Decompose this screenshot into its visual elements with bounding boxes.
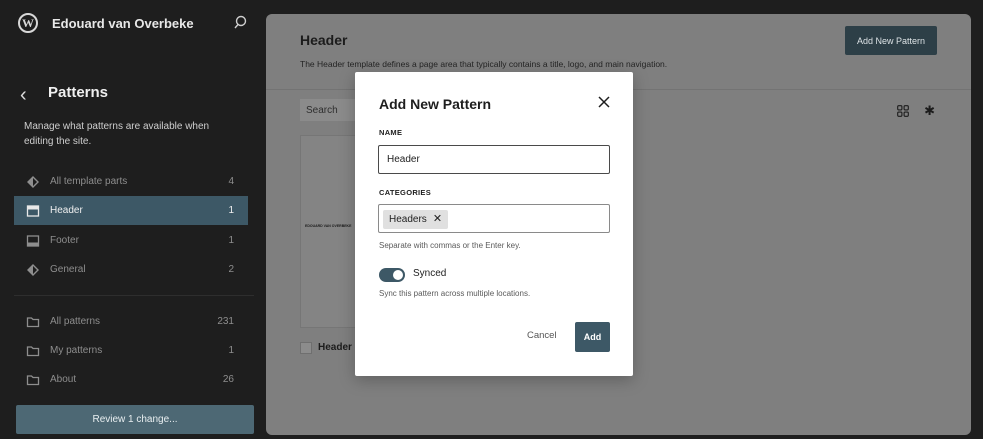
sidebar-item-label: My patterns [50,345,103,356]
add-new-pattern-button[interactable]: Add New Pattern [845,26,937,55]
sidebar-item-count: 1 [228,235,234,246]
search-input[interactable]: Search [300,99,360,121]
sidebar-item-count: 4 [228,176,234,187]
sidebar-item-all-patterns[interactable]: All patterns 231 [14,307,248,336]
remove-token-icon[interactable]: ✕ [433,214,442,225]
back-chevron-icon[interactable]: ‹ [20,85,27,105]
category-token: Headers ✕ [383,210,449,229]
search-icon[interactable] [232,14,250,32]
cancel-button[interactable]: Cancel [527,330,557,344]
sidebar-item-label: General [50,264,86,275]
site-hub: W Edouard van Overbeke [18,12,250,34]
add-new-pattern-modal: Add New Pattern NAME Header CATEGORIES H… [355,72,633,376]
pattern-card-label[interactable]: Header [318,342,352,353]
close-icon[interactable] [597,95,611,109]
name-field[interactable]: Header [378,145,610,174]
sidebar-item-all-template-parts[interactable]: All template parts 4 [14,167,248,196]
sidebar-item-label: All patterns [50,316,101,327]
category-token-label: Headers [389,214,427,225]
sidebar-title: Patterns [48,84,109,101]
sidebar-item-label: Footer [50,235,79,246]
sidebar-item-label: All template parts [50,176,128,187]
diamond-icon [26,263,40,277]
sidebar-item-footer[interactable]: Footer 1 [14,226,248,255]
name-label: NAME [379,128,403,137]
sidebar-item-label: Header [50,205,83,216]
diamond-icon [26,175,40,189]
sidebar-divider [14,295,254,296]
grid-view-icon[interactable] [897,105,909,117]
pattern-checkbox[interactable] [300,342,312,354]
pattern-card-preview[interactable]: EDOUARD VAN OVERBEKE [300,135,360,328]
categories-help-text: Separate with commas or the Enter key. [379,241,521,250]
footer-icon [26,234,40,248]
toggle-knob [393,270,403,280]
pattern-preview-text: EDOUARD VAN OVERBEKE [305,224,352,228]
synced-help-text: Sync this pattern across multiple locati… [379,289,531,298]
review-changes-button[interactable]: Review 1 change... [16,405,254,434]
page-description: The Header template defines a page area … [300,59,668,69]
add-button[interactable]: Add [575,322,610,352]
sidebar-item-my-patterns[interactable]: My patterns 1 [14,336,248,365]
modal-title: Add New Pattern [379,96,492,112]
sidebar-item-about[interactable]: About 26 [14,365,248,394]
folder-icon [26,344,40,358]
sidebar-item-count: 231 [217,316,234,327]
sidebar-item-count: 1 [228,205,234,216]
categories-field[interactable]: Headers ✕ [378,204,610,233]
page-title: Header [300,32,348,48]
folder-icon [26,315,40,329]
sidebar-description: Manage what patterns are available when … [24,121,210,147]
header-icon [26,204,40,218]
sidebar-item-count: 2 [228,264,234,275]
synced-label: Synced [413,268,447,279]
sidebar-item-general[interactable]: General 2 [14,255,248,284]
gear-icon[interactable]: ✱ [924,104,935,117]
categories-label: CATEGORIES [379,188,432,197]
folder-icon [26,373,40,387]
sidebar: W Edouard van Overbeke ‹ Patterns Manage… [0,0,266,439]
sidebar-item-count: 26 [222,374,234,385]
sidebar-item-count: 1 [228,345,234,356]
sidebar-item-label: About [50,374,77,385]
synced-toggle[interactable] [379,268,405,282]
sidebar-item-header[interactable]: Header 1 [14,196,248,225]
wordpress-logo-icon[interactable]: W [18,13,38,33]
site-name[interactable]: Edouard van Overbeke [52,16,194,31]
